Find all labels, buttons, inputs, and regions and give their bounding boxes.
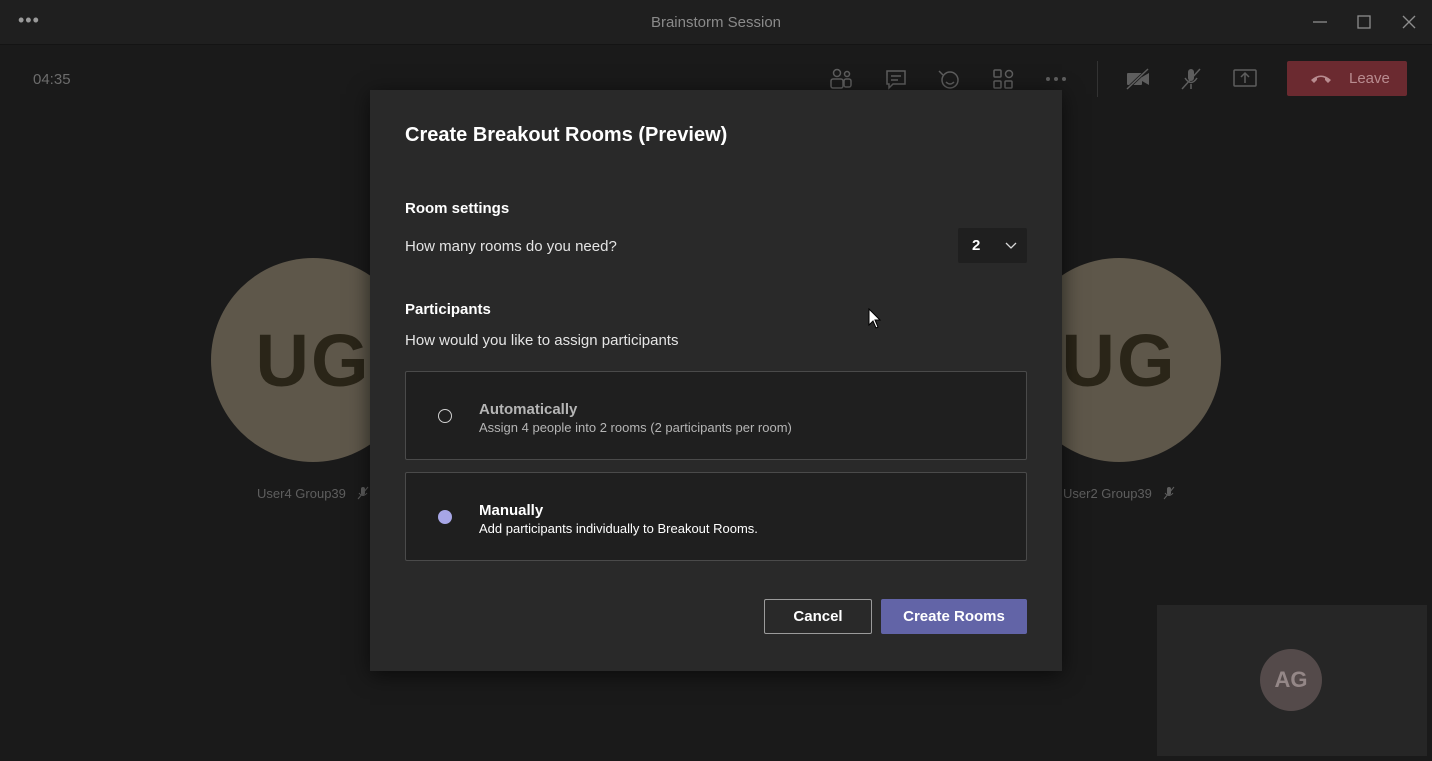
dialog-title: Create Breakout Rooms (Preview) [405,124,728,146]
cancel-button[interactable]: Cancel [764,599,872,634]
rooms-question: How many rooms do you need? [405,238,617,255]
mic-off-icon [1163,486,1174,500]
maximize-icon[interactable] [1352,10,1376,34]
more-actions-icon[interactable] [1041,65,1071,93]
meeting-timer: 04:35 [33,71,71,88]
share-screen-icon[interactable] [1230,65,1260,93]
minimize-icon[interactable] [1308,10,1332,34]
option-title: Automatically [479,401,578,418]
participants-heading: Participants [405,301,491,318]
mic-off-icon [357,486,368,500]
participant-name-label: User2 Group39 [1063,486,1152,501]
mic-off-icon[interactable] [1176,65,1206,93]
leave-label: Leave [1349,70,1390,87]
window-title: Brainstorm Session [650,14,782,31]
option-description: Add participants individually to Breakou… [479,521,758,536]
chevron-down-icon [1005,242,1017,249]
option-title: Manually [479,502,544,519]
option-manually[interactable]: Manually Add participants individually t… [405,472,1027,561]
participant-name-label: User4 Group39 [257,486,346,501]
radio-manually[interactable] [438,510,452,524]
radio-automatically[interactable] [438,409,452,423]
option-automatically[interactable]: Automatically Assign 4 people into 2 roo… [405,371,1027,460]
participant-name: User2 Group39 [1063,486,1176,501]
room-settings-heading: Room settings [405,200,510,217]
self-view-tile: AG [1157,605,1427,756]
close-icon[interactable] [1397,10,1421,34]
self-avatar: AG [1260,649,1322,711]
breakout-rooms-icon[interactable] [988,65,1018,93]
hang-up-icon [1311,75,1331,83]
assign-question: How would you like to assign participant… [405,332,679,349]
rooms-count-value: 2 [972,237,981,254]
reactions-icon[interactable] [934,65,964,93]
mouse-cursor-icon [868,308,882,329]
title-bar: ••• Brainstorm Session [0,0,1432,45]
participant-name: User4 Group39 [257,486,370,501]
create-rooms-button[interactable]: Create Rooms [881,599,1027,634]
chat-icon[interactable] [881,65,911,93]
breakout-rooms-dialog: Create Breakout Rooms (Preview) Room set… [370,90,1062,671]
camera-off-icon[interactable] [1123,65,1153,93]
toolbar-divider [1097,61,1098,97]
rooms-count-dropdown[interactable]: 2 [958,228,1027,263]
option-description: Assign 4 people into 2 rooms (2 particip… [479,420,792,435]
leave-button[interactable]: Leave [1287,61,1407,96]
participants-icon[interactable] [826,65,856,93]
